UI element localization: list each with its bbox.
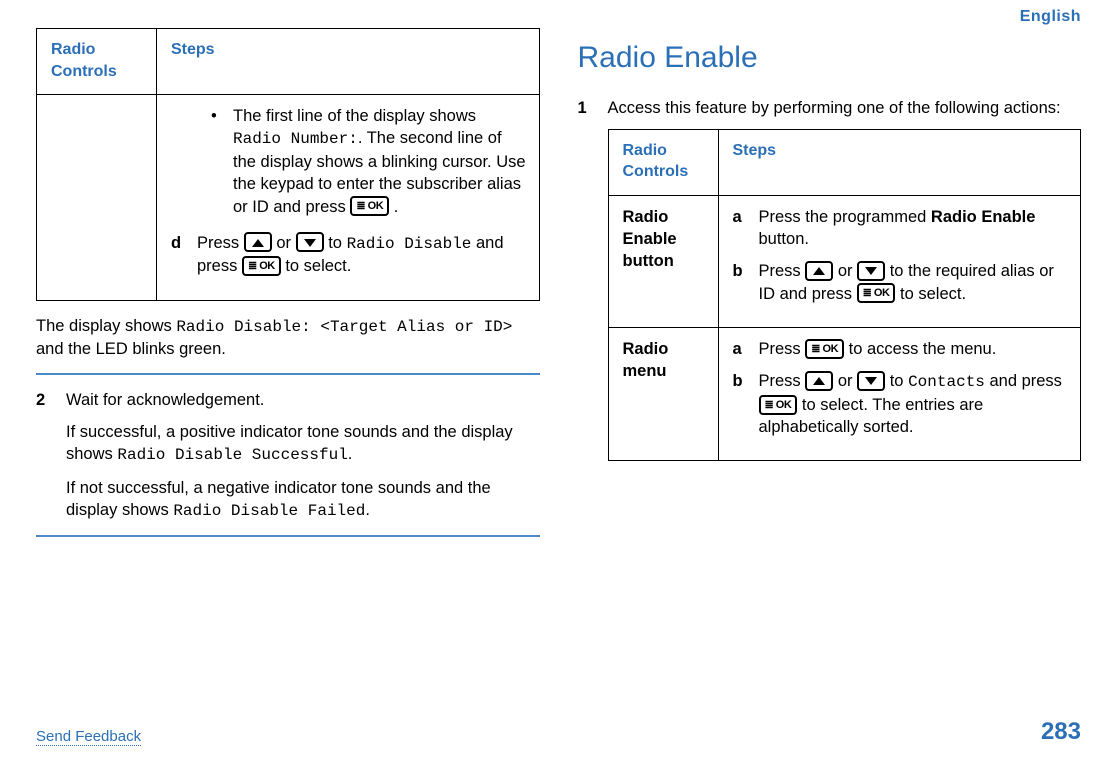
bullet-text: The first line of the display shows Radi… bbox=[233, 105, 529, 218]
row-label-radio-menu: Radio menu bbox=[608, 328, 718, 461]
down-key-icon bbox=[857, 371, 885, 391]
up-key-icon bbox=[244, 232, 272, 252]
step-2-text: Wait for acknowledgement. bbox=[66, 389, 540, 411]
table-header-radio-controls: Radio Controls bbox=[608, 129, 718, 195]
ok-key-icon bbox=[857, 283, 896, 303]
code-radio-number: Radio Number: bbox=[233, 130, 358, 148]
table-header-radio-controls: Radio Controls bbox=[37, 29, 157, 95]
code-disable-target: Radio Disable: <Target Alias or ID> bbox=[176, 318, 512, 336]
row-steps-enable-button: a Press the programmed Radio Enable butt… bbox=[718, 195, 1081, 327]
section-heading-radio-enable: Radio Enable bbox=[578, 38, 1082, 79]
step-letter-a: a bbox=[733, 206, 759, 251]
row-steps-radio-menu: a Press to access the menu. b Press o bbox=[718, 328, 1081, 461]
radio-controls-table-right: Radio Controls Steps Radio Enable button… bbox=[608, 129, 1082, 462]
table-cell-empty bbox=[37, 95, 157, 301]
down-key-icon bbox=[857, 261, 885, 281]
step-letter-a: a bbox=[733, 338, 759, 360]
table-cell-steps: • The first line of the display shows Ra… bbox=[157, 95, 540, 301]
bullet-icon: • bbox=[211, 105, 233, 218]
table-header-steps: Steps bbox=[157, 29, 540, 95]
divider bbox=[36, 373, 540, 375]
step-1-text: Access this feature by performing one of… bbox=[608, 97, 1082, 119]
ok-key-icon bbox=[759, 395, 798, 415]
step-d-text: Press or to Radio Disable and press to s… bbox=[197, 232, 529, 278]
code-radio-disable: Radio Disable bbox=[347, 235, 472, 253]
ok-key-icon bbox=[242, 256, 281, 276]
right-column: Radio Enable 1 Access this feature by pe… bbox=[578, 28, 1082, 541]
step-b-text: Press or to the required alias or ID and… bbox=[759, 260, 1071, 305]
up-key-icon bbox=[805, 371, 833, 391]
ok-key-icon bbox=[805, 339, 844, 359]
code-contacts: Contacts bbox=[908, 373, 985, 391]
code-disable-successful: Radio Disable Successful bbox=[117, 446, 347, 464]
step-number-2: 2 bbox=[36, 389, 66, 411]
step-letter-b: b bbox=[733, 260, 759, 305]
send-feedback-link[interactable]: Send Feedback bbox=[36, 728, 141, 746]
up-key-icon bbox=[805, 261, 833, 281]
row-label-enable-button: Radio Enable button bbox=[608, 195, 718, 327]
step-letter-b: b bbox=[733, 370, 759, 438]
table-row: Radio menu a Press to access the menu. b bbox=[608, 328, 1081, 461]
ok-key-icon bbox=[350, 196, 389, 216]
display-shows-paragraph: The display shows Radio Disable: <Target… bbox=[36, 315, 540, 361]
code-disable-failed: Radio Disable Failed bbox=[173, 502, 365, 520]
down-key-icon bbox=[296, 232, 324, 252]
step-letter-d: d bbox=[171, 232, 197, 278]
page-number: 283 bbox=[1041, 718, 1081, 746]
step-number-1: 1 bbox=[578, 97, 608, 119]
step-b-text: Press or to Contacts and press to select… bbox=[759, 370, 1071, 438]
table-header-steps: Steps bbox=[718, 129, 1081, 195]
step-2-fail: If not successful, a negative indicator … bbox=[66, 477, 540, 523]
table-row: Radio Enable button a Press the programm… bbox=[608, 195, 1081, 327]
radio-controls-table-left: Radio Controls Steps • The first line of… bbox=[36, 28, 540, 301]
language-label: English bbox=[36, 8, 1081, 26]
step-a-text: Press to access the menu. bbox=[759, 338, 1071, 360]
divider bbox=[36, 535, 540, 537]
step-2-success: If successful, a positive indicator tone… bbox=[66, 421, 540, 467]
left-column: Radio Controls Steps • The first line of… bbox=[36, 28, 540, 541]
step-a-text: Press the programmed Radio Enable button… bbox=[759, 206, 1071, 251]
